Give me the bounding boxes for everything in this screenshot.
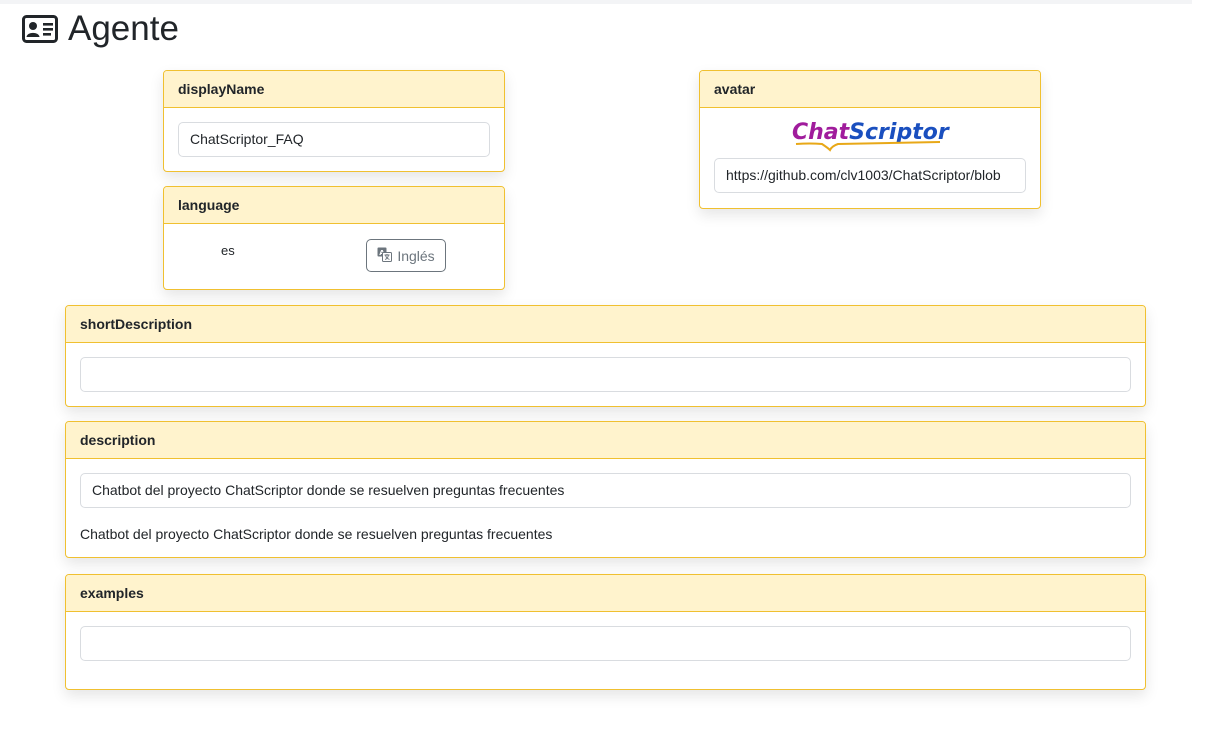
translate-icon: A — [377, 247, 393, 265]
description-body: Chatbot del proyecto ChatScriptor donde … — [66, 459, 1145, 556]
examples-card: examples — [65, 574, 1146, 690]
display-name-header: displayName — [164, 71, 504, 108]
description-preview: Chatbot del proyecto ChatScriptor donde … — [80, 526, 553, 542]
description-header: description — [66, 422, 1145, 459]
top-divider — [0, 0, 1192, 4]
avatar-header: avatar — [700, 71, 1040, 108]
chatscriptor-logo: ChatScriptor — [714, 117, 1026, 152]
svg-text:ChatScriptor: ChatScriptor — [792, 120, 950, 145]
avatar-body: ChatScriptor https://github.com/clv1003/… — [700, 108, 1040, 207]
translate-button[interactable]: A Inglés — [366, 239, 446, 272]
id-card-icon — [22, 15, 58, 43]
page-title-text: Agente — [68, 9, 179, 48]
language-card: language es A Inglés — [163, 186, 505, 290]
short-description-header: shortDescription — [66, 306, 1145, 343]
short-description-card: shortDescription — [65, 305, 1146, 407]
examples-input[interactable] — [80, 626, 1131, 661]
display-name-input[interactable]: ChatScriptor_FAQ — [178, 122, 490, 157]
examples-header: examples — [66, 575, 1145, 612]
language-code: es — [221, 243, 235, 258]
avatar-card: avatar ChatScriptor https://github.com/c… — [699, 70, 1041, 209]
display-name-card: displayName ChatScriptor_FAQ — [163, 70, 505, 172]
description-input[interactable]: Chatbot del proyecto ChatScriptor donde … — [80, 473, 1131, 508]
short-description-input[interactable] — [80, 357, 1131, 392]
translate-button-label: Inglés — [397, 247, 435, 264]
description-card: description Chatbot del proyecto ChatScr… — [65, 421, 1146, 558]
logo-text-chat: Chat — [792, 120, 851, 145]
examples-body — [66, 612, 1145, 675]
short-description-body — [66, 343, 1145, 406]
page-title: Agente — [22, 8, 179, 50]
language-body: es A Inglés — [164, 224, 504, 289]
display-name-body: ChatScriptor_FAQ — [164, 108, 504, 171]
language-header: language — [164, 187, 504, 224]
avatar-url-input[interactable]: https://github.com/clv1003/ChatScriptor/… — [714, 158, 1026, 193]
